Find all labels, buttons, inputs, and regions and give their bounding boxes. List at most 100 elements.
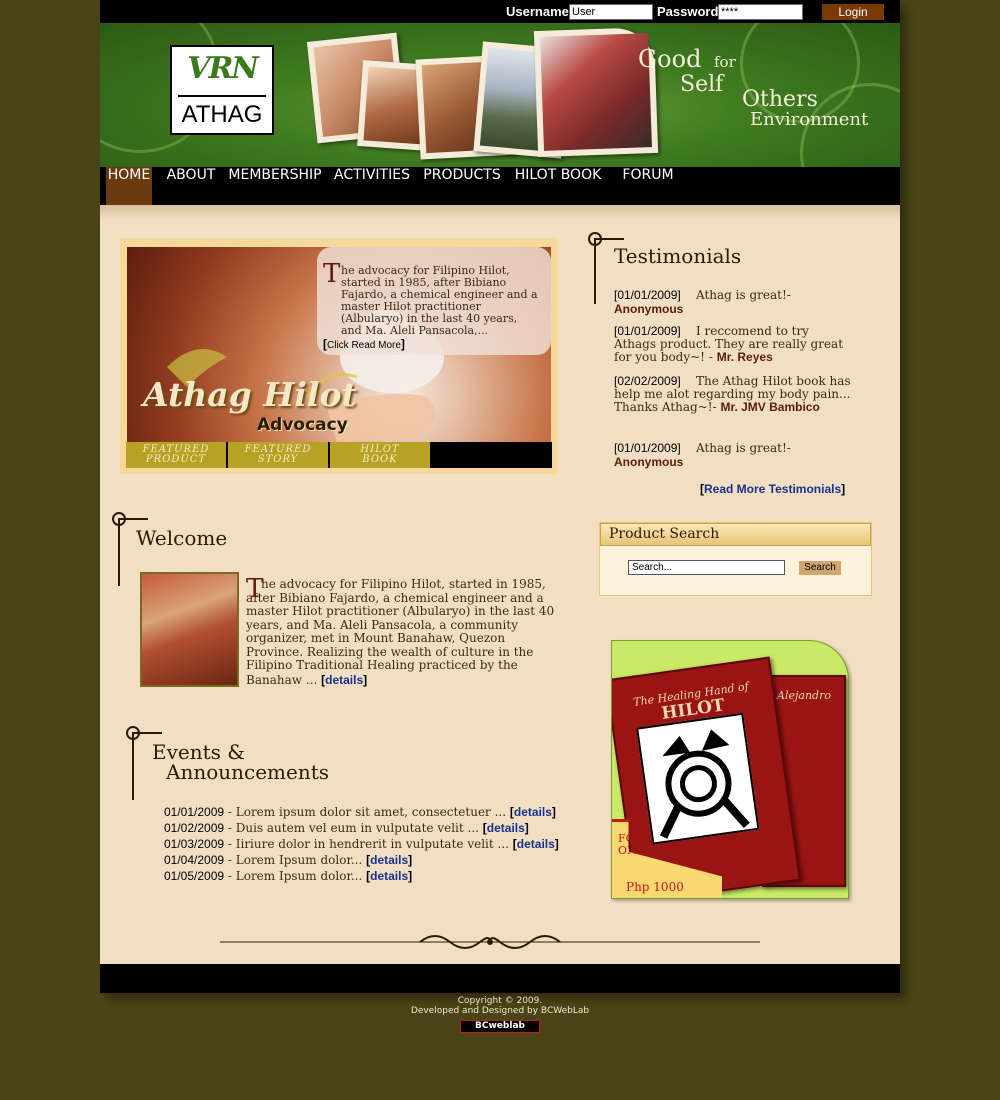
events-list: 01/01/2009 - Lorem ipsum dolor sit amet,…	[164, 804, 564, 884]
event-date: 01/01/2009	[164, 805, 225, 819]
welcome-details-link[interactable]: details	[325, 673, 363, 687]
book-back-title: Alejandro	[777, 689, 831, 702]
feature-image[interactable]: T he advocacy for Filipino Hilot, starte…	[127, 247, 551, 443]
book-illustration	[636, 712, 760, 845]
username-input[interactable]	[569, 4, 653, 20]
list-item: 01/02/2009 - Duis autem vel eum in vulpu…	[164, 821, 529, 835]
password-input[interactable]	[718, 4, 803, 20]
list-item: 01/05/2009 - Lorem Ipsum dolor... [detai…	[164, 869, 413, 883]
read-more-testimonials: [Read More Testimonials]	[700, 482, 846, 496]
welcome-heading: Welcome	[136, 526, 228, 550]
bcweblab-badge-label: BCweblab	[475, 1021, 525, 1031]
testimonial-date: [01/01/2009]	[614, 324, 681, 338]
logo-divider	[178, 95, 266, 97]
footer-bar	[100, 964, 900, 993]
nav-item-products[interactable]: PRODUCTS	[422, 167, 502, 205]
username-label: Username:	[506, 4, 574, 19]
nav-item-forum[interactable]: FORUM	[618, 167, 678, 205]
feature-read-more-link[interactable]: Click Read More	[327, 340, 401, 351]
feature-title: Athag Hilot	[143, 375, 357, 414]
login-bar: Username: Password: Login	[100, 0, 900, 23]
header-banner: VRN ATHAG Good for Self Others Environme…	[100, 23, 900, 167]
book-promo[interactable]: Alejandro The Healing Hand of HILOT FOR …	[611, 640, 849, 899]
price-value: Php 1000	[626, 880, 684, 894]
credit: Developed and Designed by BCWebLab	[410, 1006, 590, 1016]
testimonial-text: Athag is great!-	[696, 441, 791, 455]
event-text: - Lorem ipsum dolor sit amet, consectetu…	[224, 805, 510, 819]
nav-item-membership[interactable]: MEMBERSHIP	[228, 167, 322, 205]
welcome-body: he advocacy for Filipino Hilot, started …	[246, 577, 555, 687]
tab-hilot-book[interactable]: HILOT BOOK	[330, 442, 430, 468]
product-search-button[interactable]: Search	[799, 561, 841, 575]
tab-label: BOOK	[362, 454, 398, 465]
event-date: 01/03/2009	[164, 837, 225, 851]
feature-caption: T he advocacy for Filipino Hilot, starte…	[317, 247, 551, 355]
logo[interactable]: VRN ATHAG	[170, 45, 274, 135]
testimonial-item: [02/02/2009] The Athag Hilot book has he…	[614, 374, 854, 414]
event-details-link[interactable]: details	[370, 853, 408, 867]
bcweblab-badge[interactable]: BCweblab	[460, 1020, 540, 1033]
event-text: - Iiriure dolor in hendrerit in vulputat…	[224, 837, 513, 851]
event-text: - Lorem Ipsum dolor...	[224, 869, 367, 883]
feature-subtitle: Advocacy	[257, 415, 348, 435]
product-search-box: Product Search Search	[599, 522, 872, 596]
event-date: 01/04/2009	[164, 853, 225, 867]
nav-item-activities[interactable]: ACTIVITIES	[332, 167, 412, 205]
logo-text: ATHAG	[181, 101, 263, 128]
welcome-text: T he advocacy for Filipino Hilot, starte…	[246, 574, 555, 687]
read-more-testimonials-link[interactable]: Read More Testimonials	[704, 482, 841, 496]
list-item: 01/01/2009 - Lorem ipsum dolor sit amet,…	[164, 805, 556, 819]
tab-featured-story[interactable]: FEATURED STORY	[228, 442, 328, 468]
footer-text: Copyright © 2009. Developed and Designed…	[0, 996, 1000, 1016]
tab-label: STORY	[257, 454, 299, 465]
copyright: Copyright © 2009.	[457, 996, 543, 1006]
testimonial-author: Mr. Reyes	[716, 350, 773, 364]
testimonial-date: [01/01/2009]	[614, 288, 681, 302]
ornamental-divider	[220, 935, 760, 949]
main-nav: HOME ABOUT MEMBERSHIP ACTIVITIES PRODUCT…	[100, 167, 900, 205]
password-label: Password:	[657, 4, 723, 19]
testimonial-date: [02/02/2009]	[614, 374, 681, 388]
list-item: 01/03/2009 - Iiriure dolor in hendrerit …	[164, 837, 559, 851]
event-details-link[interactable]: details	[487, 821, 525, 835]
drop-cap: T	[246, 574, 264, 604]
nav-shadow	[100, 205, 900, 221]
testimonial-text: Athag is great!-	[696, 288, 791, 302]
event-text: - Lorem Ipsum dolor...	[224, 853, 367, 867]
event-text: - Duis autem vel eum in vulputate velit …	[224, 821, 483, 835]
nav-item-hilot-book[interactable]: HILOT BOOK	[512, 167, 604, 205]
testimonial-item: [01/01/2009] Athag is great!- Anonymous	[614, 288, 854, 316]
events-heading-line2: Announcements	[166, 760, 330, 784]
event-details-link[interactable]: details	[517, 837, 555, 851]
list-item: 01/04/2009 - Lorem Ipsum dolor... [detai…	[164, 853, 413, 867]
event-details-link[interactable]: details	[370, 869, 408, 883]
tagline-word: Environment	[750, 109, 869, 130]
welcome-photo	[140, 572, 239, 687]
testimonial-author: Anonymous	[614, 455, 684, 469]
tagline-word: Self	[680, 72, 724, 97]
feature-caption-text: he advocacy for Filipino Hilot, started …	[341, 264, 538, 337]
logo-mark: VRN	[187, 51, 259, 86]
nav-item-home[interactable]: HOME	[106, 167, 152, 205]
product-search-input[interactable]	[628, 560, 785, 575]
feature-tabs: FEATURED PRODUCT FEATURED STORY HILOT BO…	[126, 442, 552, 468]
testimonial-date: [01/01/2009]	[614, 441, 681, 455]
testimonial-item: [01/01/2009] Athag is great!- Anonymous	[614, 441, 854, 469]
tab-label: PRODUCT	[145, 454, 207, 465]
tagline-word: for	[714, 53, 736, 71]
event-date: 01/02/2009	[164, 821, 225, 835]
tagline-word: Good	[638, 45, 702, 73]
testimonial-author: Mr. JMV Bambico	[720, 400, 820, 414]
event-date: 01/05/2009	[164, 869, 225, 883]
testimonial-item: [01/01/2009] I reccomend to try Athags p…	[614, 324, 854, 364]
login-button[interactable]: Login	[822, 4, 884, 20]
product-search-heading: Product Search	[600, 523, 871, 546]
page-container: Username: Password: Login VRN ATHAG	[100, 0, 900, 993]
drop-cap: T	[323, 259, 341, 289]
tab-featured-product[interactable]: FEATURED PRODUCT	[126, 442, 226, 468]
testimonial-author: Anonymous	[614, 302, 684, 316]
testimonials-heading: Testimonials	[614, 244, 742, 268]
nav-item-about[interactable]: ABOUT	[162, 167, 220, 205]
event-details-link[interactable]: details	[514, 805, 552, 819]
feature-box: T he advocacy for Filipino Hilot, starte…	[120, 238, 558, 474]
